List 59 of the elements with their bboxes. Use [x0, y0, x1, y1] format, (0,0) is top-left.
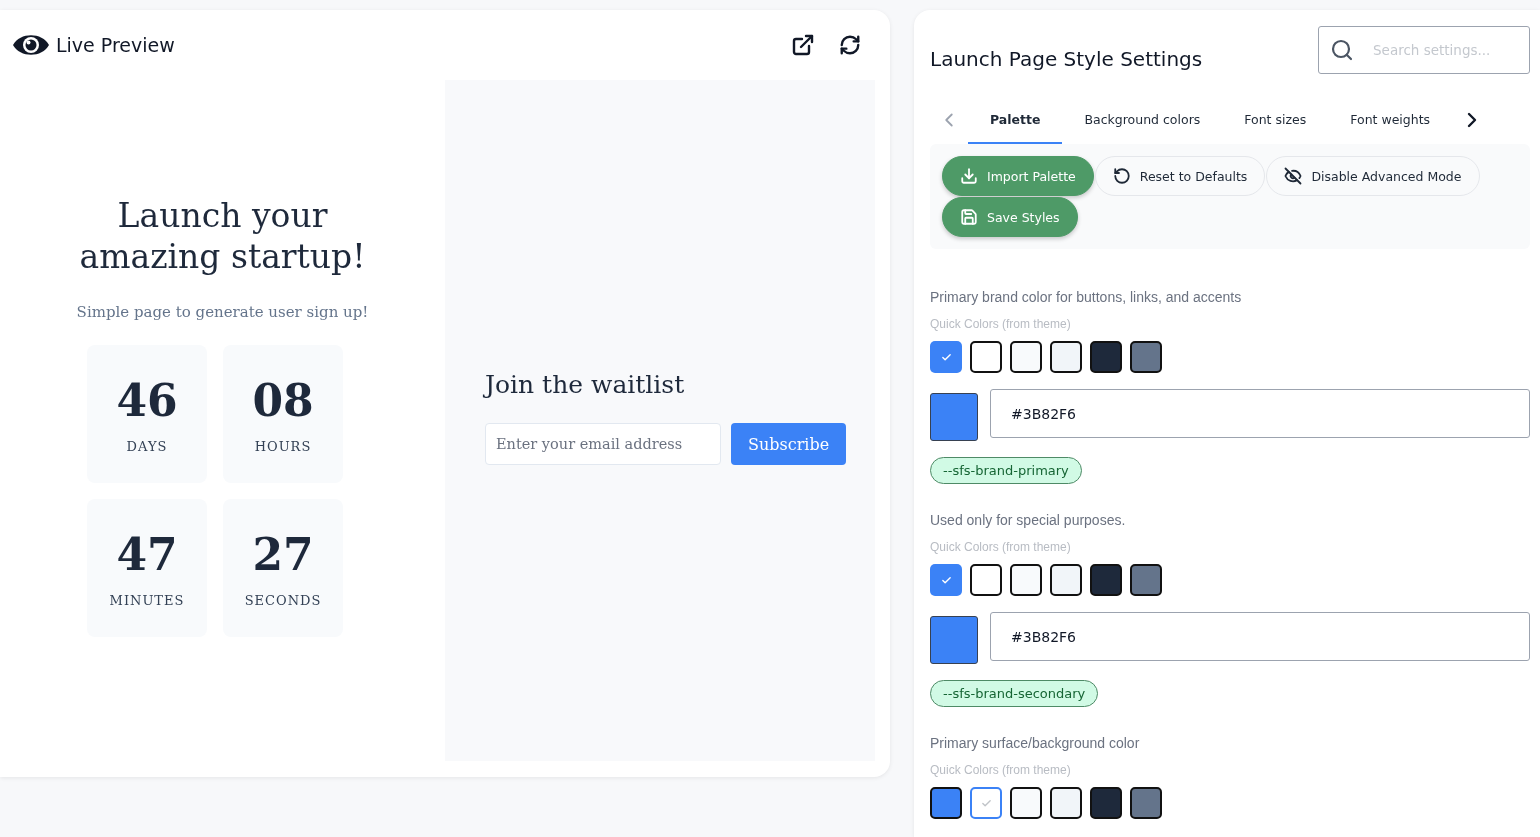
panel-title: Live Preview — [56, 34, 176, 56]
check-icon — [940, 574, 952, 586]
color-swatch[interactable] — [1130, 787, 1162, 819]
countdown-value: 47 — [116, 528, 178, 581]
color-swatch[interactable] — [1010, 341, 1042, 373]
tab[interactable]: Font weights — [1328, 96, 1453, 144]
color-swatch[interactable] — [1130, 564, 1162, 596]
color-swatch[interactable] — [1050, 564, 1082, 596]
hex-field[interactable]: #3B82F6 — [990, 389, 1530, 438]
color-swatch[interactable] — [970, 564, 1002, 596]
subtitle: Simple page to generate user sign up! — [76, 303, 369, 321]
variable-tag: --sfs-brand-secondary — [930, 680, 1099, 707]
countdown-label: HOURS — [254, 438, 312, 454]
countdown-value: 27 — [252, 528, 314, 581]
search-icon — [1330, 38, 1354, 62]
tab[interactable]: Font sizes — [1222, 96, 1329, 144]
color-swatch[interactable] — [1010, 787, 1042, 819]
undo-icon — [1112, 167, 1131, 185]
email-field[interactable]: Enter your email address — [485, 423, 721, 465]
eye-off-icon — [1284, 167, 1303, 185]
color-swatch[interactable] — [1090, 787, 1122, 819]
color-swatch[interactable] — [1050, 341, 1082, 373]
countdown-label: DAYS — [126, 438, 168, 454]
color-swatch[interactable] — [970, 787, 1002, 819]
color-swatch[interactable] — [930, 341, 962, 373]
countdown-value: 08 — [252, 374, 314, 427]
color-swatch[interactable] — [970, 341, 1002, 373]
check-icon — [940, 351, 952, 363]
color-swatch[interactable] — [1010, 564, 1042, 596]
countdown-value: 46 — [116, 374, 178, 427]
color-swatch[interactable] — [930, 564, 962, 596]
check-icon — [980, 797, 992, 809]
panel-title: Launch Page Style Settings — [930, 47, 1203, 71]
color-swatch[interactable] — [1090, 341, 1122, 373]
tab[interactable]: Background colors — [1062, 96, 1223, 144]
setting-description: Used only for special purposes. — [930, 512, 1126, 528]
variable-tag: --sfs-brand-primary — [930, 457, 1082, 484]
color-swatch[interactable] — [1130, 341, 1162, 373]
subscribe-button[interactable]: Subscribe — [731, 423, 847, 465]
search-field[interactable]: Search settings... — [1318, 26, 1530, 74]
save-icon — [960, 208, 978, 226]
quick-colors-label: Quick Colors (from theme) — [930, 540, 1071, 554]
color-preview[interactable] — [930, 393, 978, 441]
headline: Launch your amazing startup! — [78, 195, 367, 277]
waitlist-title: Join the waitlist — [485, 370, 686, 399]
countdown-label: MINUTES — [109, 592, 185, 608]
countdown-label: SECONDS — [244, 592, 322, 608]
hex-field[interactable]: #3B82F6 — [990, 612, 1530, 661]
color-swatch[interactable] — [930, 787, 962, 819]
action-button[interactable]: Disable Advanced Mode — [1266, 156, 1480, 196]
quick-colors-label: Quick Colors (from theme) — [930, 763, 1071, 777]
setting-description: Primary surface/background color — [930, 735, 1140, 751]
action-button[interactable]: Reset to Defaults — [1094, 156, 1266, 196]
color-swatch[interactable] — [1090, 564, 1122, 596]
color-preview[interactable] — [930, 616, 978, 664]
color-swatch[interactable] — [1050, 787, 1082, 819]
download-icon — [960, 167, 978, 185]
setting-description: Primary brand color for buttons, links, and accents — [930, 289, 1242, 305]
quick-colors-label: Quick Colors (from theme) — [930, 317, 1071, 331]
